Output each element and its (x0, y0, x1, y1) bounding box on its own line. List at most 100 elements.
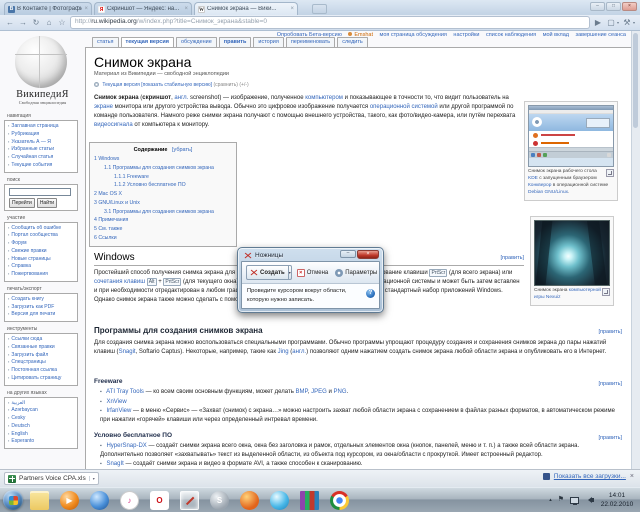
download-bar-close-icon[interactable]: × (630, 473, 634, 480)
nexuiz-screenshot-image[interactable] (534, 220, 610, 286)
back-icon[interactable]: ← (5, 18, 15, 28)
sidebar-link[interactable]: Создать книгу (8, 296, 75, 304)
sidebar-link[interactable]: Спецстраницы (8, 359, 75, 367)
sidebar-link[interactable]: Связанные правки (8, 344, 75, 352)
address-bar[interactable]: http://ru.wikipedia.org/w/index.php?titl… (70, 16, 590, 29)
sidebar-link[interactable]: Версия для печати (8, 311, 75, 319)
interlanguage-link[interactable]: English (8, 431, 75, 439)
browser-globe-icon[interactable] (90, 491, 109, 510)
sidebar-link[interactable]: Рубрикация (8, 131, 75, 139)
toc-entry[interactable]: 3 GNU/Linux и Unix (94, 199, 232, 208)
toc-entry[interactable]: 1 Windows (94, 155, 232, 164)
search-go-button[interactable]: Перейти (9, 198, 35, 208)
interlanguage-link[interactable]: Azərbaycan (8, 407, 75, 415)
snipping-tool-icon[interactable] (180, 491, 199, 510)
cancel-button[interactable]: × Отмена (295, 269, 331, 277)
wiki-page-tab[interactable]: править (219, 37, 252, 47)
new-tab-button[interactable] (312, 4, 327, 14)
page-menu-icon[interactable]: ▢ (606, 18, 616, 28)
sidebar-link[interactable]: Указатель А — Я (8, 139, 75, 147)
edit-section-link[interactable]: [править] (598, 381, 622, 387)
skype-icon[interactable]: S (210, 491, 229, 510)
compare-link[interactable]: (сравнить) (213, 82, 238, 88)
sidebar-link[interactable]: Свежие правки (8, 248, 75, 256)
search-find-button[interactable]: Найти (37, 198, 57, 208)
snipping-tool-window[interactable]: Ножницы – × Создать ▾ × Отмена Параметры (237, 247, 384, 313)
page-scrollbar[interactable] (631, 31, 640, 469)
tab-close-icon[interactable]: × (290, 6, 294, 12)
snipping-tool-titlebar[interactable]: Ножницы (244, 250, 283, 261)
messenger-icon[interactable] (270, 491, 289, 510)
media-player-icon[interactable]: ▶ (60, 491, 79, 510)
edit-section-link[interactable]: [править] (598, 435, 622, 441)
new-snip-button[interactable]: Создать (246, 265, 289, 280)
sidebar-link[interactable]: Ссылки сюда (8, 336, 75, 344)
home-icon[interactable]: ⌂ (44, 18, 54, 28)
wiki-page-tab[interactable]: переименовать (286, 37, 335, 47)
sidebar-link[interactable]: Новые страницы (8, 256, 75, 264)
sidebar-link[interactable]: Справка (8, 263, 75, 271)
interlanguage-link[interactable]: Esperanto (8, 438, 75, 446)
volume-icon[interactable] (585, 497, 594, 503)
toc-entry[interactable]: 5 См. также (94, 225, 232, 234)
sidebar-link[interactable]: Загрузить как PDF (8, 304, 75, 312)
action-center-flag-icon[interactable]: ⚑ (558, 495, 564, 505)
new-snip-dropdown[interactable]: ▾ (289, 265, 292, 280)
show-stable-link[interactable]: [показать стабильную версию] (141, 82, 212, 88)
personal-link[interactable]: настройки (453, 32, 479, 38)
dialog-minimize-button[interactable]: – (340, 250, 356, 258)
sidebar-link[interactable]: Загрузить файл (8, 352, 75, 360)
sidebar-link[interactable]: Цитировать страницу (8, 375, 75, 383)
tab-close-icon[interactable]: × (84, 6, 88, 12)
sidebar-link[interactable]: Пожертвования (8, 271, 75, 279)
wikipedia-globe-logo[interactable] (15, 36, 67, 88)
window-maximize-button[interactable]: □ (606, 2, 621, 11)
sidebar-link[interactable]: Случайная статья (8, 154, 75, 162)
wiki-page-tab[interactable]: статья (92, 37, 119, 47)
chrome-icon[interactable] (330, 491, 349, 510)
toc-entry[interactable]: 6 Ссылки (94, 234, 232, 243)
kde-screenshot-image[interactable] (528, 105, 614, 167)
wiki-page-tab[interactable]: текущая версия (121, 37, 174, 47)
options-button[interactable]: Параметры (333, 269, 379, 277)
interlanguage-link[interactable]: العربية (8, 400, 75, 408)
personal-link[interactable]: завершение сеанса (576, 32, 626, 38)
personal-link[interactable]: список наблюдения (486, 32, 536, 38)
browser-tab[interactable]: Я Скриншот — Яндекс: на... × (94, 2, 192, 15)
toc-entry[interactable]: 4 Примечания (94, 216, 232, 225)
file-dropdown-caret-icon[interactable]: ▾ (89, 476, 95, 481)
bookmark-star-icon[interactable]: ☆ (57, 18, 67, 28)
personal-link[interactable]: мой вклад (543, 32, 569, 38)
reload-icon[interactable]: ↻ (31, 18, 41, 28)
enlarge-icon[interactable] (606, 169, 614, 177)
toc-entry[interactable]: 3.1 Программы для создания снимков экран… (94, 208, 232, 217)
interlanguage-link[interactable]: Česky (8, 415, 75, 423)
wrench-menu-icon[interactable]: ⚒ (622, 18, 632, 28)
wiki-page-tab[interactable]: обсуждение (176, 37, 217, 47)
sidebar-link[interactable]: Текущие события (8, 162, 75, 170)
sidebar-link[interactable]: Заглавная страница (8, 123, 75, 131)
browser-tab[interactable]: В В Контакте | Фотографии × (4, 2, 92, 15)
sidebar-link[interactable]: Постоянная ссылка (8, 367, 75, 375)
personal-link[interactable]: моя страница обсуждения (380, 32, 447, 38)
toc-hide-link[interactable]: [убрать] (172, 147, 192, 153)
explorer-icon[interactable] (30, 491, 49, 510)
sidebar-link[interactable]: Портал сообщества (8, 232, 75, 240)
itunes-icon[interactable]: ♪ (120, 491, 139, 510)
wiki-page-tab[interactable]: следить (337, 37, 368, 47)
taskbar-clock[interactable]: 14:01 22.02.2010 (596, 492, 638, 510)
edit-section-link[interactable]: [править] (500, 255, 524, 261)
app-orange-icon[interactable] (240, 491, 259, 510)
scrollbar-thumb[interactable] (633, 33, 638, 128)
opera-icon[interactable]: O (150, 491, 169, 510)
wiki-page-tab[interactable]: история (253, 37, 283, 47)
toc-entry[interactable]: 1.1.2 Условно бесплатное ПО (94, 181, 232, 190)
start-button[interactable] (3, 490, 23, 510)
dialog-close-button[interactable]: × (357, 250, 379, 259)
help-icon[interactable]: ? (366, 289, 375, 298)
forward-icon[interactable]: → (18, 18, 28, 28)
browser-tab[interactable]: W Снимок экрана — Вики... × (194, 2, 298, 15)
edit-section-link[interactable]: [править] (598, 329, 622, 335)
window-minimize-button[interactable]: – (590, 2, 605, 11)
interlanguage-link[interactable]: Deutsch (8, 423, 75, 431)
